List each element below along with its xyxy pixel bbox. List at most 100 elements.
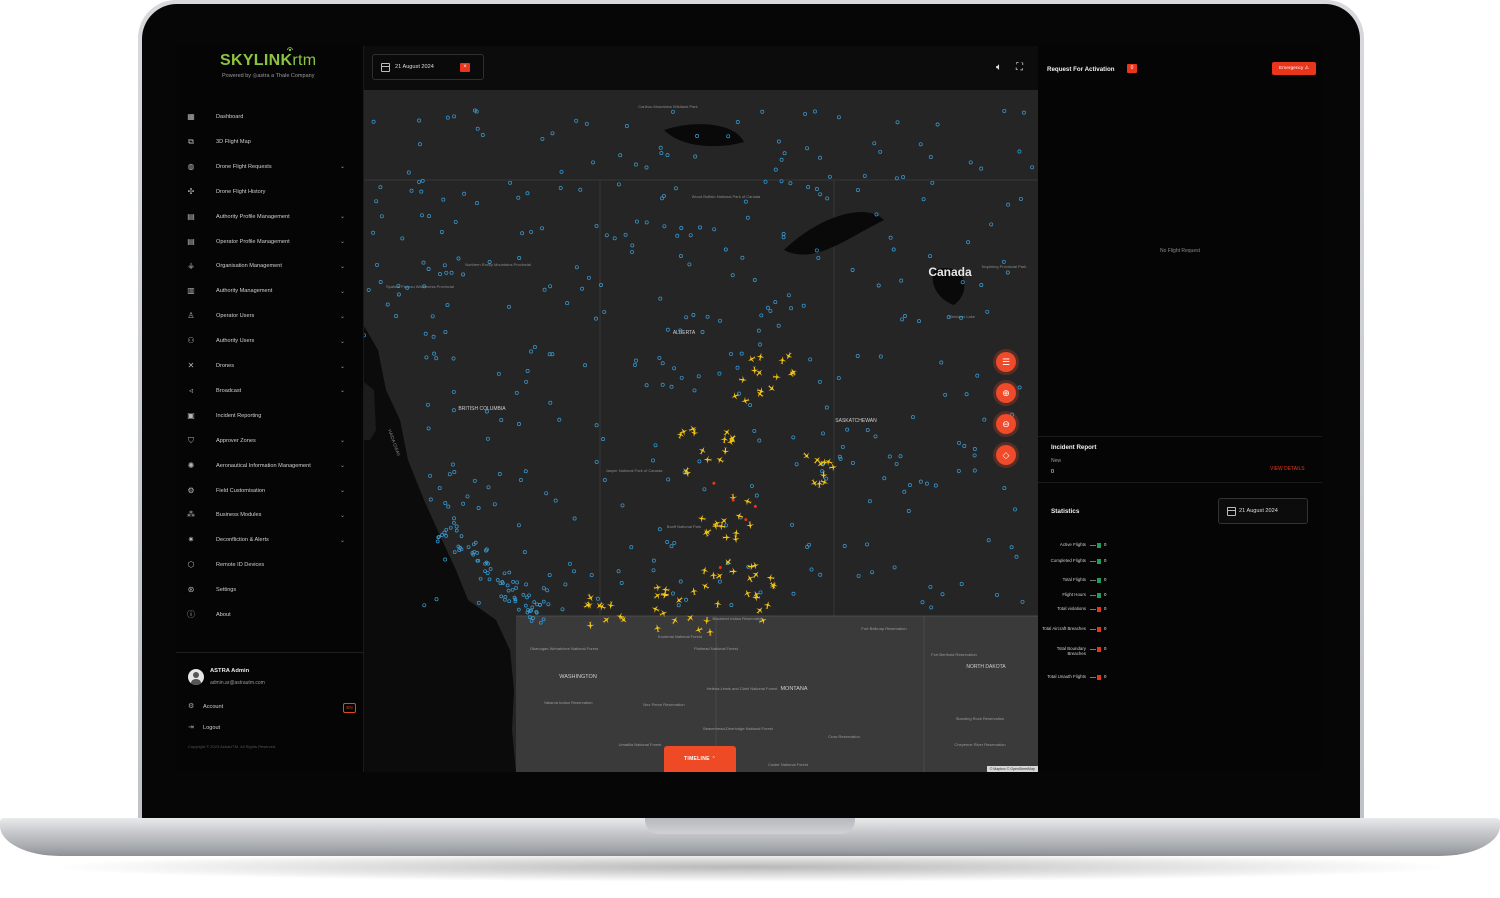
sidebar-item-label: Drones — [216, 363, 235, 369]
stat-value: 0 — [1104, 626, 1107, 631]
stats-date-picker[interactable]: 21 August 2024 — [1218, 498, 1308, 524]
sidebar-item-authority-users[interactable]: ⚇ Authority Users ⌄ — [176, 331, 364, 351]
sidebar-item-field-customisation[interactable]: ⚙ Field Customisation ⌄ — [176, 481, 364, 501]
logout-link[interactable]: ⇥ Logout — [176, 723, 364, 737]
request-title: Request For Activation — [1047, 66, 1115, 73]
sidebar-item-aeronautical-information-management[interactable]: ✺ Aeronautical Information Management ⌄ — [176, 456, 364, 476]
map-label-northern-rocky: Northern Rocky Mountains Provincial — [465, 262, 531, 267]
sidebar-item-label: Authority Profile Management — [216, 213, 290, 220]
fullscreen-icon[interactable]: ⛶ — [1016, 62, 1023, 73]
sidebar-item-business-modules[interactable]: ⁂ Business Modules ⌄ — [176, 505, 364, 525]
stat-value: 0 — [1104, 558, 1107, 563]
sidebar-item-label: 3D Flight Map — [216, 138, 251, 145]
avatar[interactable] — [188, 669, 204, 685]
map-canvas[interactable]: Canada ALBERTA BRITISH COLUMBIA SASKATCHEWA… — [364, 90, 1038, 772]
stats-date-value: 21 August 2024 — [1239, 508, 1278, 514]
sidebar-item-operator-profile-management[interactable]: ▤ Operator Profile Management ⌄ — [176, 232, 364, 252]
sidebar-item-drone-flight-requests[interactable]: ◍ Drone Flight Requests ⌄ — [176, 157, 364, 177]
zoom-out-button[interactable]: ⊖ — [996, 414, 1016, 434]
chevron-down-icon[interactable]: ⌄ — [340, 313, 345, 320]
map-3d-icon: ⧉ — [188, 136, 194, 146]
stat-label: Total Boundary Breaches — [1056, 646, 1086, 657]
sidebar-item-about[interactable]: ⓘ About — [176, 605, 364, 625]
sidebar-item-remote-id-devices[interactable]: ⬡ Remote ID Devices — [176, 555, 364, 575]
sidebar-item-dashboard[interactable]: ▦ Dashboard — [176, 107, 364, 127]
sidebar-item-label: Remote ID Devices — [216, 562, 265, 569]
stat-label: Total Aircraft Breaches — [1042, 626, 1086, 631]
map-attribution[interactable]: © Mapbox © OpenStreetMap — [986, 766, 1038, 772]
violation-marker[interactable] — [731, 498, 735, 502]
chevron-down-icon[interactable]: ⌄ — [340, 363, 345, 370]
megaphone-icon: ◃ — [188, 385, 193, 395]
sidebar-item-label: Field Customisation — [216, 487, 266, 494]
stat-tick — [1090, 561, 1096, 562]
sidebar-item-incident-reporting[interactable]: ▣ Incident Reporting — [176, 406, 364, 426]
chevron-down-icon[interactable]: ⌄ — [340, 512, 345, 519]
incident-status: New — [1051, 458, 1062, 464]
violation-marker[interactable] — [753, 504, 757, 508]
draw-area-button[interactable]: ◇ — [996, 445, 1016, 465]
map-label-okanogan: Okanogan-Wenatchee National Forest — [530, 646, 599, 651]
sidebar-item-drones[interactable]: ✕ Drones ⌄ — [176, 356, 364, 376]
sidebar-item-drone-flight-history[interactable]: ✣ Drone Flight History — [176, 182, 364, 202]
sound-icon[interactable]: 🔈︎ — [996, 62, 1002, 73]
account-link[interactable]: ⚙ Account — [176, 702, 364, 716]
chevron-down-icon[interactable]: ⌄ — [340, 238, 345, 245]
violation-marker[interactable] — [744, 518, 748, 522]
report-icon: ▣ — [187, 410, 195, 420]
emergency-button[interactable]: Emergency ⚠︎ — [1272, 62, 1316, 75]
stat-bar — [1097, 559, 1101, 564]
chevron-down-icon[interactable]: ⌄ — [340, 263, 345, 270]
chevron-down-icon[interactable]: ⌄ — [340, 537, 345, 544]
stat-label: Flight Hours — [1062, 592, 1086, 597]
shield-icon: ⛉ — [188, 435, 194, 445]
zoom-in-button[interactable]: ⊕ — [996, 383, 1016, 403]
map-label-fort-berthold: Fort Berthold Reservation — [931, 652, 977, 657]
stat-row: Total Boundary Breaches 0 — [1038, 646, 1322, 660]
stat-row: Active Flights 0 — [1038, 542, 1322, 556]
sidebar-item-organisation-management[interactable]: ⚶ Organisation Management ⌄ — [176, 256, 364, 276]
profile-card-icon: ▤ — [187, 211, 195, 221]
map-label-crow: Crow Reservation — [828, 734, 860, 739]
stat-bar — [1097, 578, 1101, 583]
user-name: ASTRA Admin — [210, 668, 250, 674]
violation-marker[interactable] — [712, 481, 716, 485]
sidebar-item-broadcast[interactable]: ◃ Broadcast ⌄ — [176, 381, 364, 401]
chevron-down-icon[interactable]: ⌄ — [340, 163, 345, 170]
timeline-button[interactable]: TIMELINE ⌃ — [664, 746, 736, 772]
flight-map[interactable]: 21 August 2024 × 🔈︎ ⛶ Canada ALBERTA BRI… — [364, 46, 1038, 772]
map-label-saskatchewan: SASKATCHEWAN — [835, 418, 877, 424]
stat-bar — [1097, 647, 1101, 652]
date-picker[interactable]: 21 August 2024 × — [372, 54, 484, 80]
sidebar-item-3d-flight-map[interactable]: ⧉ 3D Flight Map — [176, 132, 364, 152]
map-label-caribou: Caribou Mountains Wildland Park — [638, 104, 697, 109]
brand-logo: SKYLINKrtm Powered by ◎astra a Thale Com… — [220, 47, 316, 79]
sidebar-item-authority-management[interactable]: ▥ Authority Management ⌄ — [176, 281, 364, 301]
stat-value: 0 — [1104, 606, 1107, 611]
app-screen: SKYLINKrtm Powered by ◎astra a Thale Com… — [176, 46, 1322, 772]
chevron-down-icon[interactable]: ⌄ — [340, 437, 345, 444]
sidebar-item-approver-zones[interactable]: ⛉ Approver Zones ⌄ — [176, 431, 364, 451]
chevron-down-icon[interactable]: ⌄ — [340, 462, 345, 469]
view-details-link[interactable]: VIEW DETAILS — [1270, 466, 1305, 472]
language-badge[interactable]: EN — [343, 703, 356, 713]
sidebar-item-operator-users[interactable]: ♙ Operator Users ⌄ — [176, 306, 364, 326]
sidebar-item-settings[interactable]: ⊛ Settings — [176, 580, 364, 600]
chevron-down-icon[interactable]: ⌄ — [340, 213, 345, 220]
map-label-british-columbia: BRITISH COLUMBIA — [458, 406, 506, 412]
chevron-down-icon[interactable]: ⌄ — [340, 288, 345, 295]
alert-gear-icon: ✷ — [187, 535, 195, 545]
stat-row: Total Flights 0 — [1038, 577, 1322, 591]
chevron-down-icon[interactable]: ⌄ — [340, 487, 345, 494]
panel-divider — [1038, 482, 1322, 483]
chevron-down-icon[interactable]: ⌄ — [340, 338, 345, 345]
layers-button[interactable]: ☰ — [996, 352, 1016, 372]
antenna-icon — [287, 47, 293, 52]
sidebar-item-authority-profile-management[interactable]: ▤ Authority Profile Management ⌄ — [176, 207, 364, 227]
sidebar-item-deconfliction-alerts[interactable]: ✷ Deconfliction & Alerts ⌄ — [176, 530, 364, 550]
chevron-down-icon[interactable]: ⌄ — [340, 387, 345, 394]
clear-date-button[interactable]: × — [460, 63, 470, 72]
incident-count: 0 — [1051, 469, 1054, 475]
user-icon: ♙ — [187, 311, 195, 321]
violation-marker[interactable] — [718, 566, 722, 569]
